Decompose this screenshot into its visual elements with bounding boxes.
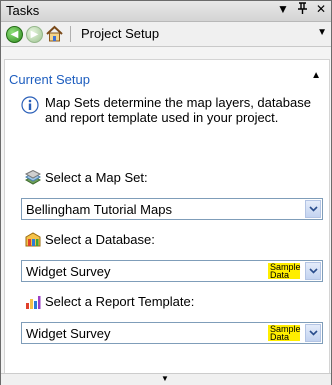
pane-title: Tasks — [6, 3, 40, 18]
pane-menu-icon[interactable]: ▼ — [277, 2, 289, 17]
nav-separator — [70, 26, 71, 42]
info-icon — [21, 96, 39, 114]
scroll-strip: ▼ — [1, 373, 331, 385]
sample-data-badge: Sample Data — [268, 262, 301, 280]
chevron-down-icon[interactable] — [305, 200, 321, 218]
report-chart-icon — [26, 296, 41, 309]
pane-title-bar: Tasks ▼ ✕ — [1, 1, 331, 22]
report-template-select[interactable]: Widget Survey Sample Data — [21, 322, 323, 344]
nav-dropdown-icon[interactable]: ▼ — [317, 27, 327, 38]
chevron-down-icon[interactable] — [305, 324, 321, 342]
map-layers-icon — [25, 170, 41, 185]
sample-data-badge: Sample Data — [268, 324, 301, 342]
map-set-label: Select a Map Set: — [45, 170, 148, 185]
back-arrow-icon: ◀ — [10, 29, 19, 40]
section-heading: Current Setup — [9, 72, 90, 87]
current-setup-panel: Current Setup ▲ Map Sets determine the m… — [4, 59, 330, 374]
database-value: Widget Survey — [26, 264, 111, 279]
info-text: Map Sets determine the map layers, datab… — [45, 95, 311, 125]
database-label: Select a Database: — [45, 232, 155, 247]
back-button[interactable]: ◀ — [6, 26, 23, 43]
database-icon — [25, 232, 41, 247]
report-template-value: Widget Survey — [26, 326, 111, 341]
chevron-down-icon[interactable] — [305, 262, 321, 280]
scroll-down-icon[interactable]: ▼ — [161, 374, 169, 383]
home-icon[interactable] — [46, 25, 63, 42]
map-set-value: Bellingham Tutorial Maps — [26, 202, 172, 217]
database-select[interactable]: Widget Survey Sample Data — [21, 260, 323, 282]
report-template-label: Select a Report Template: — [45, 294, 195, 309]
map-set-select[interactable]: Bellingham Tutorial Maps — [21, 198, 323, 220]
tasks-pane: Tasks ▼ ✕ ◀ ▶ Project Setup ▼ Current Se… — [0, 0, 332, 385]
nav-bar: ◀ ▶ Project Setup ▼ — [1, 22, 331, 47]
pin-icon[interactable] — [296, 2, 308, 17]
close-icon[interactable]: ✕ — [315, 2, 327, 17]
forward-arrow-icon: ▶ — [30, 29, 39, 40]
collapse-section-icon[interactable]: ▲ — [311, 70, 321, 81]
nav-title: Project Setup — [81, 26, 160, 41]
forward-button[interactable]: ▶ — [26, 26, 43, 43]
